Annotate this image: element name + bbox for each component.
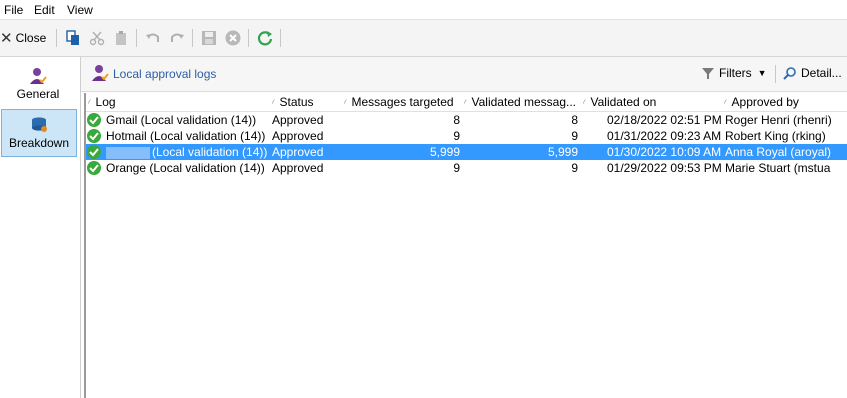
detail-label: Detail... [801,66,842,80]
copy-button[interactable] [64,28,82,48]
column-header-log[interactable]: ⁄ Log [88,95,268,109]
filter-icon [702,68,714,79]
content-header: Local approval logs Filters ▼ Detail... [81,57,847,92]
redo-button[interactable] [168,28,186,48]
user-check-icon [92,65,109,81]
filters-label: Filters [719,66,752,80]
nav-breakdown[interactable]: Breakdown [1,109,77,157]
toolbar-separator [56,29,57,47]
column-header-validated-messages[interactable]: ⁄ Validated messag... [464,95,580,109]
menu-view[interactable]: View [67,3,93,17]
cell-targeted: 9 [453,129,460,143]
user-check-icon [30,68,47,84]
cell-validated-on: 01/31/2022 09:23 AM [607,129,722,143]
column-header-approved-by[interactable]: ⁄ Approved by [724,95,847,109]
refresh-button[interactable] [256,28,274,48]
cell-status: Approved [272,113,324,127]
undo-button[interactable] [144,28,162,48]
detail-button[interactable]: Detail... [783,66,842,80]
cell-validated: 9 [571,129,578,143]
header-separator [775,65,776,83]
toolbar-separator [280,29,281,47]
cell-validated-on: 02/18/2022 02:51 PM [607,113,722,127]
cell-status: Approved [272,145,324,159]
nav-general[interactable]: General [0,61,76,107]
cancel-icon [225,30,241,46]
cell-approved-by: Robert King (rking) [725,129,826,143]
table-header: ⁄ Log ⁄ Status ⁄ Messages targeted ⁄ Validat… [86,93,847,112]
close-label: Close [15,31,47,45]
cell-log: Orange (Local validation (14)) [106,161,265,175]
clipboard-icon [116,31,126,45]
check-circle-icon [87,129,101,143]
column-header-validated-on[interactable]: ⁄ Validated on [583,95,723,109]
database-user-icon [32,117,47,132]
cell-approved-by: Marie Stuart (mstua [725,161,831,175]
menu-bar: File Edit View [0,0,847,19]
cell-approved-by: Roger Henri (rhenri) [725,113,832,127]
approval-log-table: ⁄ Log ⁄ Status ⁄ Messages targeted ⁄ Validat… [84,93,847,398]
column-header-status[interactable]: ⁄ Status [272,95,342,109]
redo-icon [171,33,184,42]
filters-button[interactable]: Filters ▼ [701,66,767,80]
cell-log: (Local validation (14)) [106,145,270,159]
close-icon: ✕ [0,30,13,47]
save-button[interactable] [200,28,218,48]
toolbar-separator [192,29,193,47]
close-button[interactable]: ✕ Close [0,28,46,48]
main-content: Local approval logs Filters ▼ Detail... … [81,57,847,398]
search-icon [783,67,796,80]
table-row-selected[interactable]: (Local validation (14)) Approved 5,999 5… [86,144,847,160]
save-icon [202,31,216,45]
refresh-icon [257,31,273,46]
cell-status: Approved [272,161,324,175]
toolbar: ✕ Close [0,19,847,57]
copy-icon [66,30,79,45]
cell-validated-on: 01/29/2022 09:53 PM [607,161,722,175]
cell-approved-by: Anna Royal (aroyal) [725,145,832,159]
nav-general-label: General [16,87,60,101]
cell-validated-on: 01/30/2022 10:09 AM [607,145,722,159]
cell-status: Approved [272,129,324,143]
check-circle-icon [87,161,101,175]
cut-button[interactable] [88,28,106,48]
toolbar-separator [136,29,137,47]
paste-button[interactable] [112,28,130,48]
cell-targeted: 8 [453,113,460,127]
toolbar-separator [248,29,249,47]
cell-validated: 5,999 [547,145,578,159]
table-row[interactable]: Gmail (Local validation (14)) Approved 8… [86,112,847,128]
left-nav: General Breakdown [0,57,81,398]
redacted-text [106,146,150,159]
page-title: Local approval logs [113,67,217,81]
check-circle-icon [87,113,101,127]
menu-file[interactable]: File [4,3,23,17]
column-header-messages-targeted[interactable]: ⁄ Messages targeted [344,95,462,109]
table-row[interactable]: Orange (Local validation (14)) Approved … [86,160,847,176]
cell-validated: 9 [571,161,578,175]
chevron-down-icon: ▼ [757,68,767,78]
cell-validated: 8 [571,113,578,127]
cancel-button[interactable] [224,28,242,48]
cell-targeted: 5,999 [429,145,460,159]
undo-icon [146,33,159,42]
menu-edit[interactable]: Edit [34,3,55,17]
nav-breakdown-label: Breakdown [8,136,70,150]
cell-targeted: 9 [453,161,460,175]
check-circle-icon [87,145,101,159]
cell-log: Gmail (Local validation (14)) [106,113,257,127]
table-row[interactable]: Hotmail (Local validation (14)) Approved… [86,128,847,144]
scissors-icon [89,31,105,46]
cell-log: Hotmail (Local validation (14)) [106,129,266,143]
